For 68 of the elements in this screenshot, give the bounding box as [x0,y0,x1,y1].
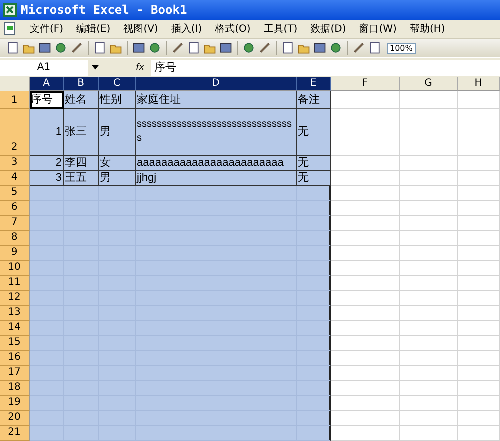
excel-logo-icon [3,3,17,17]
column-header[interactable]: D [136,77,297,91]
menu-item[interactable]: 帮助(H) [410,22,446,36]
row-header[interactable]: 12 [0,291,30,306]
row-header[interactable]: 11 [0,276,30,291]
table-cell: aaaaaaaaaaaaaaaaaaaaaaaa [136,156,297,171]
row-header[interactable]: 19 [0,396,30,411]
name-box[interactable]: A1 [0,60,88,76]
new-file-icon[interactable] [6,41,20,55]
row-header[interactable]: 9 [0,246,30,261]
row-header[interactable]: 6 [0,201,30,216]
table-cell: 张三 [64,109,99,156]
table-cell: 家庭住址 [136,91,297,109]
table-cell: 无 [297,156,331,171]
row-header[interactable]: 3 [0,156,30,171]
column-header[interactable]: G [400,77,458,91]
table-cell: 无 [297,171,331,186]
zoom-field[interactable]: 100% [387,42,416,54]
row-header[interactable]: 20 [0,411,30,426]
function-button[interactable]: fx [136,62,144,72]
row-header[interactable]: 18 [0,381,30,396]
row-header[interactable]: 17 [0,366,30,381]
row-header[interactable]: 2 [0,109,30,156]
table-cell: 1 [30,109,64,156]
column-header[interactable]: H [458,77,500,91]
table-cell: 男 [99,109,136,156]
table-cell: 李四 [64,156,99,171]
column-header[interactable]: A [30,77,64,91]
document-icon[interactable] [3,22,17,36]
table-cell: 女 [99,156,136,171]
formula-field[interactable]: 序号 [150,60,500,76]
row-header[interactable]: 8 [0,231,30,246]
row-header[interactable]: 4 [0,171,30,186]
table-cell: 序号 [30,91,64,109]
table-cell: 王五 [64,171,99,186]
menu-item[interactable]: 数据(D) [310,22,346,36]
row-header[interactable]: 5 [0,186,30,201]
row-header[interactable]: 10 [0,261,30,276]
table-cell: 2 [30,156,64,171]
window-title: Microsoft Excel - Book1 [21,3,188,17]
select-all-corner[interactable] [0,77,30,92]
menu-item[interactable]: 工具(T) [264,22,298,36]
column-header[interactable]: F [331,77,400,91]
table-cell: ssssssssssssssssssssssssssssssss [136,109,297,156]
menu-item[interactable]: 编辑(E) [76,22,111,36]
table-cell: 姓名 [64,91,99,109]
table-cell: 备注 [297,91,331,109]
column-header[interactable]: C [99,77,136,91]
column-header[interactable]: E [297,77,331,91]
row-header[interactable]: 21 [0,426,30,441]
table-cell: jjhgj [136,171,297,186]
dropdown-arrow-icon[interactable] [92,65,99,70]
table-cell: 无 [297,109,331,156]
menu-item[interactable]: 窗口(W) [359,22,397,36]
row-header[interactable]: 7 [0,216,30,231]
table-cell: 性别 [99,91,136,109]
row-header[interactable]: 15 [0,336,30,351]
row-header[interactable]: 13 [0,306,30,321]
row-header[interactable]: 14 [0,321,30,336]
menu-item[interactable]: 视图(V) [124,22,158,36]
table-cell: 男 [99,171,136,186]
menu-item[interactable]: 格式(O) [215,22,251,36]
menu-item[interactable]: 文件(F) [30,22,64,36]
row-header[interactable]: 1 [0,91,30,109]
row-header[interactable]: 16 [0,351,30,366]
column-header[interactable]: B [64,77,99,91]
table-cell: 3 [30,171,64,186]
menu-item[interactable]: 插入(I) [171,22,202,36]
